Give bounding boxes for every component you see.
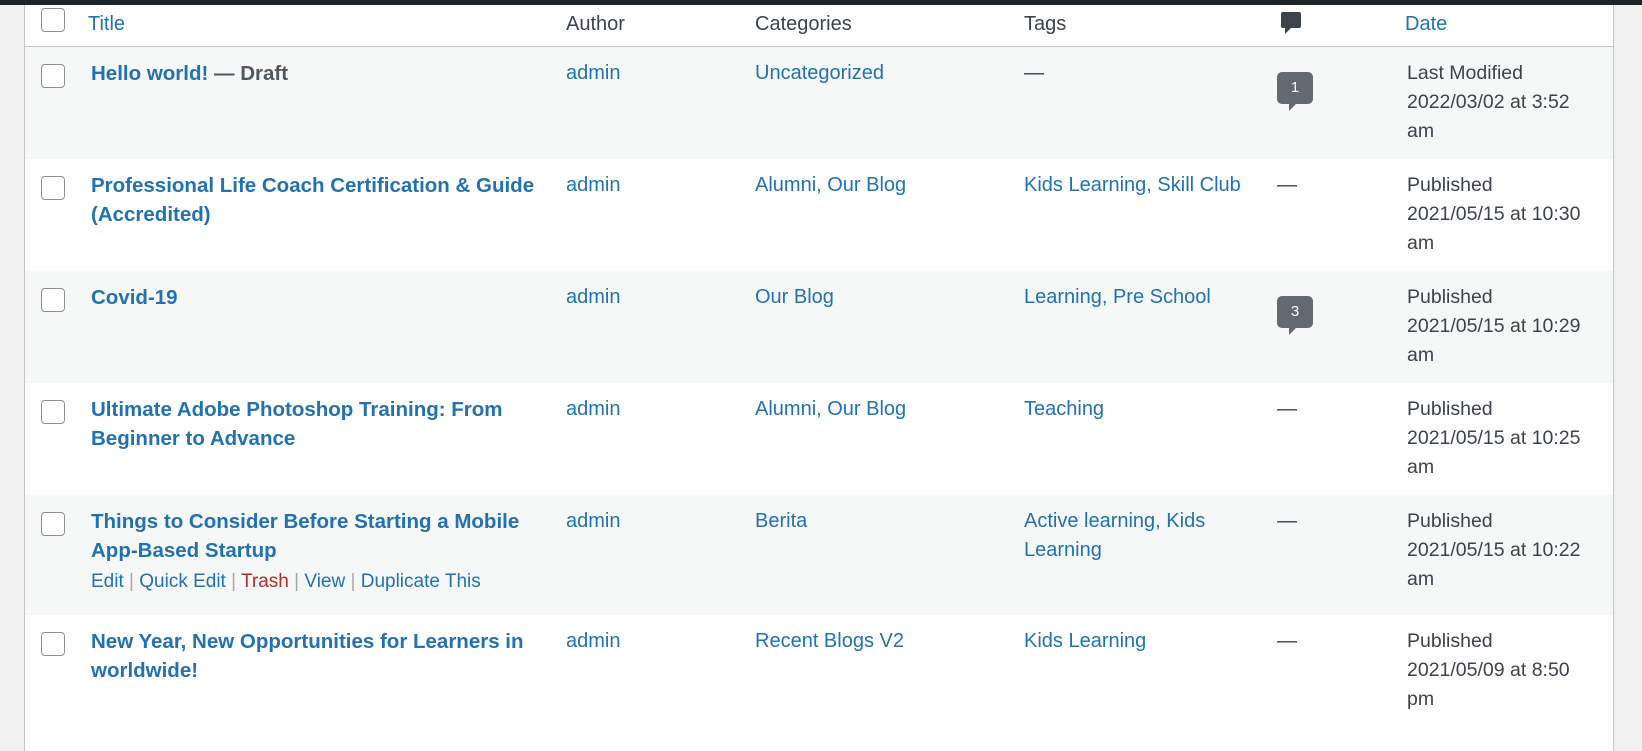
date-value: 2021/05/15 at 10:22: [1407, 539, 1581, 561]
date-status: Published: [1407, 398, 1493, 420]
table-header: Title Author Categories Tags Date: [25, 5, 1613, 47]
table-row: Covid-19 admin Our Blog Learning, Pre Sc…: [25, 271, 1613, 383]
post-title-link[interactable]: Ultimate Adobe Photoshop Training: From: [91, 395, 503, 424]
comment-bubble-icon[interactable]: [1281, 12, 1301, 34]
date-status: Published: [1407, 174, 1493, 196]
tag-link[interactable]: Learning, Pre School: [1024, 283, 1211, 312]
posts-table: Title Author Categories Tags Date Hello …: [24, 5, 1614, 751]
date-value: 2021/05/15 at 10:25: [1407, 427, 1581, 449]
row-actions: Edit | Quick Edit | Trash | View | Dupli…: [91, 571, 481, 593]
date-ampm: am: [1407, 232, 1435, 254]
trash-link[interactable]: Trash: [241, 571, 289, 592]
action-separator: |: [294, 571, 300, 592]
tag-link[interactable]: Learning: [1024, 536, 1102, 565]
tag-link[interactable]: Kids Learning: [1024, 627, 1146, 656]
table-row: New Year, New Opportunities for Learners…: [25, 615, 1613, 751]
date-value: 2021/05/09 at 8:50: [1407, 659, 1570, 681]
post-title-cell: Hello world! — Draft: [91, 59, 288, 89]
select-all-checkbox[interactable]: [41, 8, 65, 32]
post-title-link[interactable]: Hello world!: [91, 62, 208, 85]
view-link[interactable]: View: [304, 571, 345, 592]
post-title-link[interactable]: Professional Life Coach Certification & …: [91, 171, 534, 200]
column-tags: Tags: [1024, 13, 1067, 35]
post-title-link[interactable]: App-Based Startup: [91, 536, 277, 565]
table-row: Professional Life Coach Certification & …: [25, 159, 1613, 271]
post-title-link[interactable]: Covid-19: [91, 283, 178, 312]
date-status: Last Modified: [1407, 62, 1523, 84]
category-link[interactable]: Our Blog: [755, 283, 834, 312]
row-checkbox[interactable]: [41, 512, 65, 536]
table-row: Ultimate Adobe Photoshop Training: From …: [25, 383, 1613, 495]
category-link[interactable]: Berita: [755, 507, 807, 536]
row-checkbox[interactable]: [41, 400, 65, 424]
post-title-link[interactable]: Things to Consider Before Starting a Mob…: [91, 507, 519, 536]
action-separator: |: [350, 571, 356, 592]
post-title-link[interactable]: Beginner to Advance: [91, 424, 295, 453]
column-date-sort[interactable]: Date: [1405, 13, 1447, 36]
tag-link[interactable]: Active learning, Kids: [1024, 507, 1205, 536]
row-checkbox[interactable]: [41, 288, 65, 312]
date-value: 2021/05/15 at 10:30: [1407, 203, 1581, 225]
date-status: Published: [1407, 286, 1493, 308]
post-title-link[interactable]: worldwide!: [91, 656, 198, 685]
comment-count-bubble[interactable]: 3: [1277, 296, 1313, 335]
tags-empty: —: [1024, 62, 1044, 84]
date-ampm: am: [1407, 456, 1435, 478]
table-row: Hello world! — Draft admin Uncategorized…: [25, 47, 1613, 159]
post-state: — Draft: [208, 62, 289, 85]
comments-empty: —: [1277, 174, 1297, 196]
table-row: Things to Consider Before Starting a Mob…: [25, 495, 1613, 615]
action-separator: |: [231, 571, 237, 592]
row-checkbox[interactable]: [41, 176, 65, 200]
comments-empty: —: [1277, 398, 1297, 420]
comments-empty: —: [1277, 630, 1297, 652]
date-ampm: am: [1407, 120, 1435, 142]
date-status: Published: [1407, 630, 1493, 652]
duplicate-link[interactable]: Duplicate This: [361, 571, 481, 592]
comment-count-bubble[interactable]: 1: [1277, 72, 1313, 111]
edit-link[interactable]: Edit: [91, 571, 124, 592]
post-title-link[interactable]: (Accredited): [91, 200, 211, 229]
date-ampm: am: [1407, 344, 1435, 366]
author-link[interactable]: admin: [566, 59, 620, 88]
date-status: Published: [1407, 510, 1493, 532]
category-link[interactable]: Uncategorized: [755, 59, 884, 88]
row-checkbox[interactable]: [41, 632, 65, 656]
tag-link[interactable]: Teaching: [1024, 395, 1104, 424]
author-link[interactable]: admin: [566, 395, 620, 424]
category-link[interactable]: Alumni, Our Blog: [755, 395, 906, 424]
row-checkbox[interactable]: [41, 64, 65, 88]
action-separator: |: [129, 571, 134, 592]
column-title-sort[interactable]: Title: [88, 13, 125, 36]
tag-link[interactable]: Kids Learning, Skill Club: [1024, 171, 1241, 200]
date-value: 2021/05/15 at 10:29: [1407, 315, 1581, 337]
column-categories: Categories: [755, 13, 852, 35]
date-ampm: pm: [1407, 688, 1435, 710]
category-link[interactable]: Recent Blogs V2: [755, 627, 904, 656]
comments-empty: —: [1277, 510, 1297, 532]
author-link[interactable]: admin: [566, 171, 620, 200]
post-title-link[interactable]: New Year, New Opportunities for Learners…: [91, 627, 524, 656]
author-link[interactable]: admin: [566, 507, 620, 536]
date-value: 2022/03/02 at 3:52: [1407, 91, 1570, 113]
author-link[interactable]: admin: [566, 283, 620, 312]
quick-edit-link[interactable]: Quick Edit: [139, 571, 226, 592]
category-link[interactable]: Alumni, Our Blog: [755, 171, 906, 200]
date-ampm: am: [1407, 568, 1435, 590]
column-author: Author: [566, 13, 625, 35]
author-link[interactable]: admin: [566, 627, 620, 656]
